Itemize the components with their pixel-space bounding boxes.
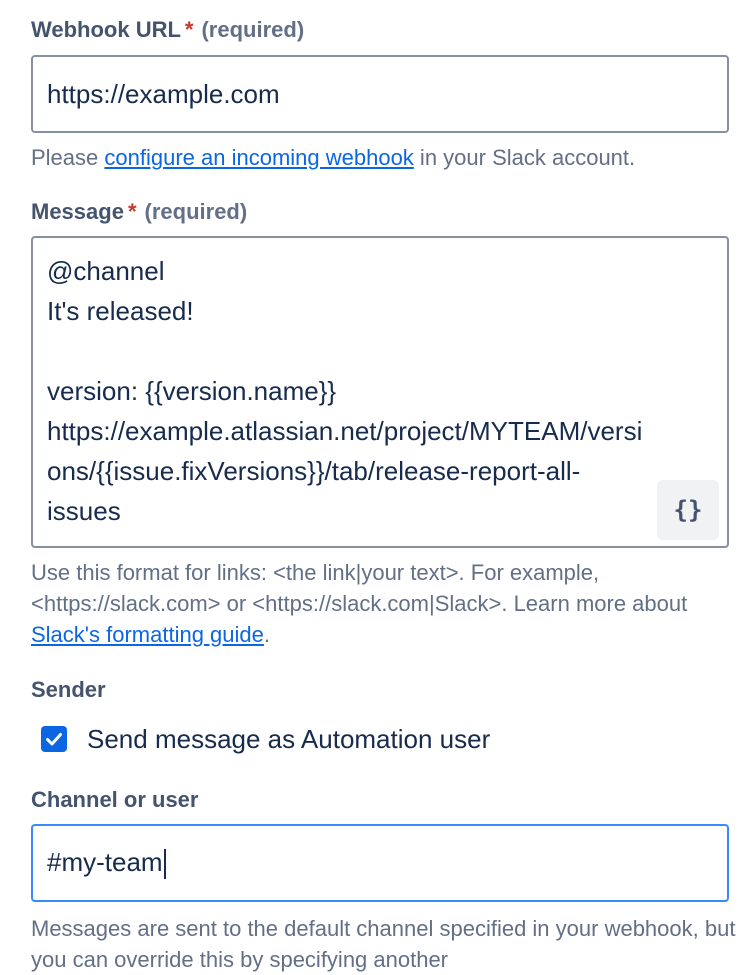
channel-helper-body: Messages are sent to the default channel…	[31, 916, 736, 972]
required-asterisk: *	[127, 199, 137, 224]
send-as-automation-label[interactable]: Send message as Automation user	[87, 722, 490, 756]
webhook-url-input[interactable]: https://example.com	[31, 55, 729, 133]
required-text: (required)	[144, 199, 248, 224]
webhook-url-label-text: Webhook URL	[31, 17, 181, 42]
channel-label: Channel or user	[31, 787, 198, 813]
message-line: version: {{version.name}}	[47, 376, 337, 406]
message-line: https://example.atlassian.net/project/MY…	[47, 416, 643, 446]
message-label-text: Message	[31, 199, 124, 224]
sender-label: Sender	[31, 677, 106, 703]
send-as-automation-checkbox[interactable]	[41, 726, 67, 752]
sender-label-text: Sender	[31, 677, 106, 702]
channel-helper-text: Messages are sent to the default channel…	[31, 913, 736, 975]
webhook-helper-text: Please configure an incoming webhook in …	[31, 142, 736, 173]
channel-input-content: #my-team	[47, 847, 166, 880]
webhook-helper-prefix: Please	[31, 145, 105, 170]
message-helper-body: Use this format for links: <the link|you…	[31, 560, 688, 616]
message-helper-end: .	[263, 622, 270, 647]
channel-label-text: Channel or user	[31, 787, 199, 812]
slack-formatting-guide-link[interactable]: Slack's formatting guide	[31, 622, 264, 647]
message-textarea[interactable]: @channel It's released! version: {{versi…	[31, 236, 729, 548]
message-line: It's released!	[47, 296, 194, 326]
configure-webhook-link[interactable]: configure an incoming webhook	[104, 145, 413, 170]
webhook-url-value: https://example.com	[47, 79, 280, 109]
channel-input[interactable]: #my-team	[31, 824, 729, 902]
checkmark-icon	[46, 733, 62, 746]
required-text: (required)	[201, 17, 305, 42]
webhook-url-label: Webhook URL * (required)	[31, 17, 304, 43]
smart-values-button[interactable]: {}	[657, 480, 719, 540]
message-line: @channel	[47, 256, 165, 286]
text-caret	[163, 849, 166, 880]
required-asterisk: *	[184, 17, 194, 42]
curly-braces-icon: {}	[673, 496, 703, 524]
message-line: ons/{{issue.fixVersions}}/tab/release-re…	[47, 456, 581, 486]
channel-value: #my-team	[47, 847, 163, 877]
message-line: issues	[47, 496, 121, 526]
message-helper-text: Use this format for links: <the link|you…	[31, 557, 736, 650]
webhook-helper-suffix: in your Slack account.	[413, 145, 636, 170]
message-label: Message * (required)	[31, 199, 247, 225]
